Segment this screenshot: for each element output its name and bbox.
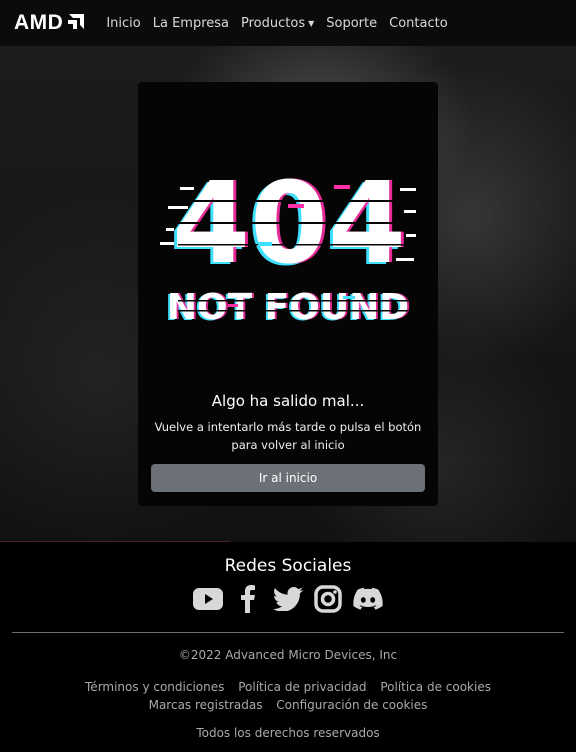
twitter-icon[interactable] — [273, 584, 303, 614]
footer-links: Términos y condiciones Política de priva… — [0, 678, 576, 714]
404-glitch-image: 404 404 404 NOT FOUND NOT FOUND NOT FOUN… — [160, 159, 416, 329]
footer-link-config-cookies[interactable]: Configuración de cookies — [276, 698, 427, 712]
rights-reserved: Todos los derechos reservados — [196, 726, 380, 740]
error-message-line1: Vuelve a intentarlo más tarde o pulsa el… — [154, 420, 422, 434]
discord-icon[interactable] — [353, 584, 383, 614]
footer-link-privacidad[interactable]: Política de privacidad — [238, 680, 366, 694]
go-home-button[interactable]: Ir al inicio — [151, 464, 425, 492]
nav-link-contacto[interactable]: Contacto — [389, 16, 448, 31]
youtube-icon[interactable] — [193, 584, 223, 614]
hero-section: 404 404 404 NOT FOUND NOT FOUND NOT FOUN… — [0, 46, 576, 542]
social-title: Redes Sociales — [224, 556, 352, 576]
amd-logo[interactable]: AMD — [14, 11, 85, 35]
navbar: AMD Inicio La Empresa Productos ▼ Soport… — [0, 0, 576, 46]
footer: Redes Sociales ©2022 Advanced Micro Devi… — [0, 542, 576, 752]
error-message-line2: para volver al inicio — [231, 438, 345, 452]
nav-link-soporte[interactable]: Soporte — [326, 16, 377, 31]
nav-dropdown-productos[interactable]: Productos ▼ — [241, 16, 314, 31]
footer-link-terminos[interactable]: Términos y condiciones — [85, 680, 224, 694]
nav-links: Inicio La Empresa Productos ▼ Soporte Co… — [106, 16, 447, 31]
nav-link-la-empresa[interactable]: La Empresa — [153, 16, 229, 31]
card-body: Algo ha salido mal... Vuelve a intentarl… — [138, 382, 438, 492]
not-found-text: NOT FOUND — [167, 287, 409, 328]
nav-link-productos-label: Productos — [241, 15, 306, 31]
footer-divider — [12, 632, 564, 633]
footer-link-cookies[interactable]: Política de cookies — [380, 680, 491, 694]
social-icons — [0, 584, 576, 614]
caret-down-icon: ▼ — [308, 19, 315, 28]
copyright: ©2022 Advanced Micro Devices, Inc — [178, 648, 398, 662]
facebook-icon[interactable] — [233, 584, 263, 614]
amd-arrow-icon — [68, 14, 85, 29]
logo-text: AMD — [14, 11, 64, 34]
error-card: 404 404 404 NOT FOUND NOT FOUND NOT FOUN… — [138, 82, 438, 506]
error-message: Vuelve a intentarlo más tarde o pulsa el… — [138, 418, 438, 454]
footer-link-marcas[interactable]: Marcas registradas — [149, 698, 263, 712]
error-title: Algo ha salido mal... — [211, 392, 365, 410]
nav-link-inicio[interactable]: Inicio — [106, 16, 140, 31]
instagram-icon[interactable] — [313, 584, 343, 614]
